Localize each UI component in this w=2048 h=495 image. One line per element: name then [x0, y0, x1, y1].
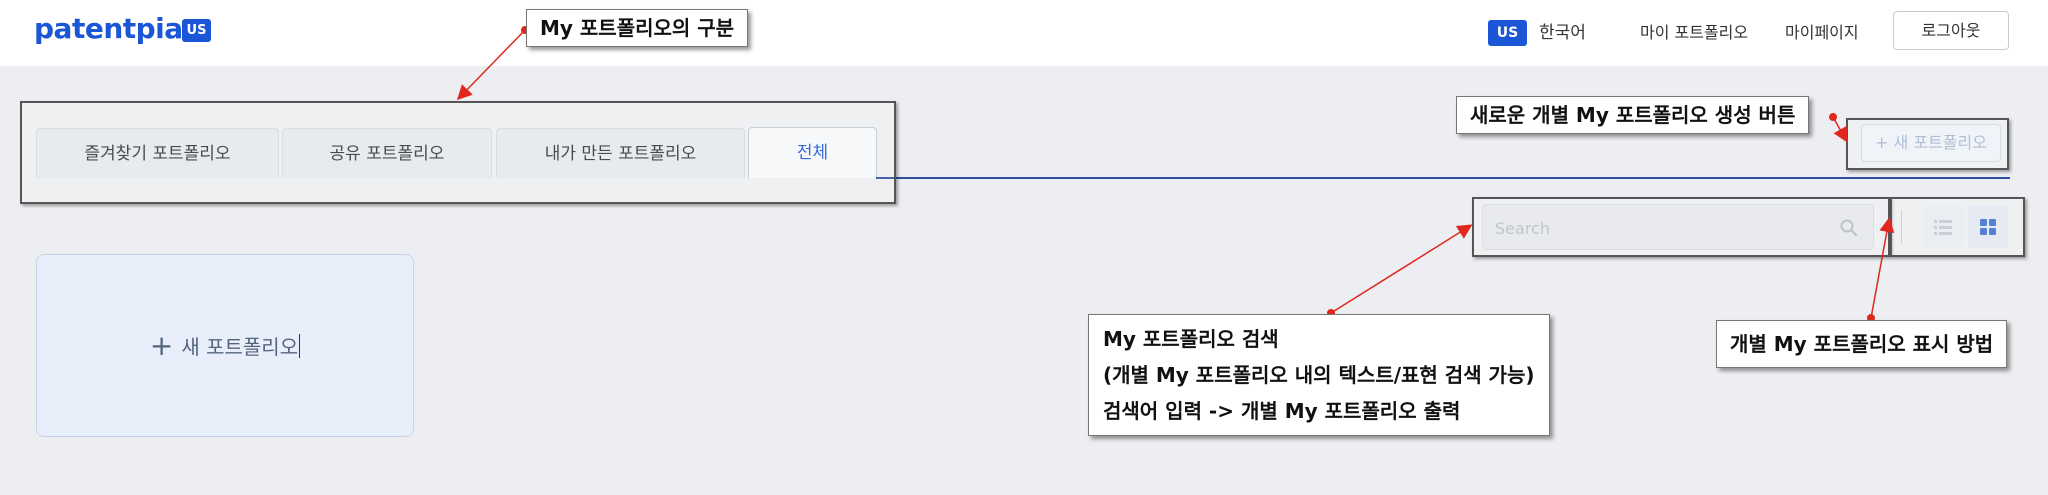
view-mode-highlight-box — [1890, 197, 2025, 257]
language-flag-badge[interactable]: US — [1488, 20, 1527, 46]
patentpia-logo[interactable]: patentpia — [34, 12, 183, 45]
callout-new-portfolio-button: 새로운 개별 My 포트폴리오 생성 버튼 — [1456, 96, 1810, 134]
callout-search-line-3: 검색어 입력 -> 개별 My 포트폴리오 출력 — [1103, 399, 1461, 423]
language-toggle[interactable]: 한국어 — [1539, 20, 1586, 46]
new-portfolio-card-label: + 새 포트폴리오 — [37, 255, 413, 436]
search-highlight-box — [1472, 197, 1890, 257]
callout-search-line-2: (개별 My 포트폴리오 내의 텍스트/표현 검색 가능) — [1103, 363, 1535, 387]
plus-icon: + — [149, 329, 174, 362]
callout-portfolio-search: My 포트폴리오 검색 (개별 My 포트폴리오 내의 텍스트/표현 검색 가능… — [1088, 314, 1550, 436]
new-portfolio-card[interactable]: + 새 포트폴리오 — [36, 254, 414, 437]
text-caret — [299, 333, 301, 358]
tab-underline — [876, 177, 2010, 179]
callout-portfolio-tabs: My 포트폴리오의 구분 — [526, 9, 749, 47]
tabs-highlight-box — [20, 101, 896, 204]
logo-region-badge: US — [182, 19, 211, 42]
new-button-highlight-box — [1846, 118, 2009, 170]
nav-my-page[interactable]: 마이페이지 — [1785, 20, 1859, 46]
top-header: patentpia US US 한국어 마이 포트폴리오 마이페이지 로그아웃 — [0, 0, 2048, 66]
callout-search-line-1: My 포트폴리오 검색 — [1103, 327, 1279, 351]
callout-view-mode: 개별 My 포트폴리오 표시 방법 — [1716, 320, 2008, 368]
logout-button[interactable]: 로그아웃 — [1893, 11, 2009, 50]
nav-my-portfolio[interactable]: 마이 포트폴리오 — [1640, 20, 1748, 46]
new-portfolio-card-text: 새 포트폴리오 — [181, 335, 299, 359]
